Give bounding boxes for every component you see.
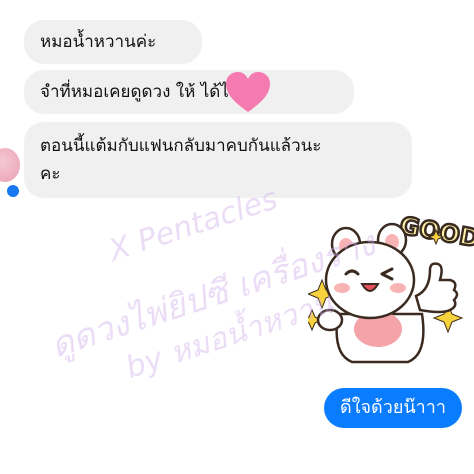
received-message-bubble[interactable]: หมอน้ำหวานค่ะ <box>24 20 202 64</box>
message-text: หมอน้ำหวานค่ะ <box>40 32 157 52</box>
messenger-badge-icon <box>5 183 21 199</box>
sent-message-bubble[interactable]: ดีใจด้วยน๊าาา <box>324 388 462 428</box>
received-message-bubble[interactable]: ตอนนี้แต้มกับแฟนกลับมาคบกันแล้วนะ คะ <box>24 122 412 198</box>
message-text: คะ <box>40 164 61 184</box>
received-message-bubble[interactable]: จำที่หมอเคยดูดวง ให้ ได้ไมคะ <box>24 70 354 114</box>
bear-sticker[interactable]: GOOD <box>308 204 474 370</box>
message-text: ดีใจด้วยน๊าาา <box>340 397 446 418</box>
watermark-text: by หมอน้ำหวาน <box>120 281 338 386</box>
message-text: จำที่หมอเคยดูดวง ให้ ได้ไมคะ <box>40 82 261 102</box>
message-text: ตอนนี้แต้มกับแฟนกลับมาคบกันแล้วนะ <box>40 136 322 156</box>
sender-avatar[interactable] <box>0 148 20 182</box>
heart-icon <box>226 72 270 112</box>
